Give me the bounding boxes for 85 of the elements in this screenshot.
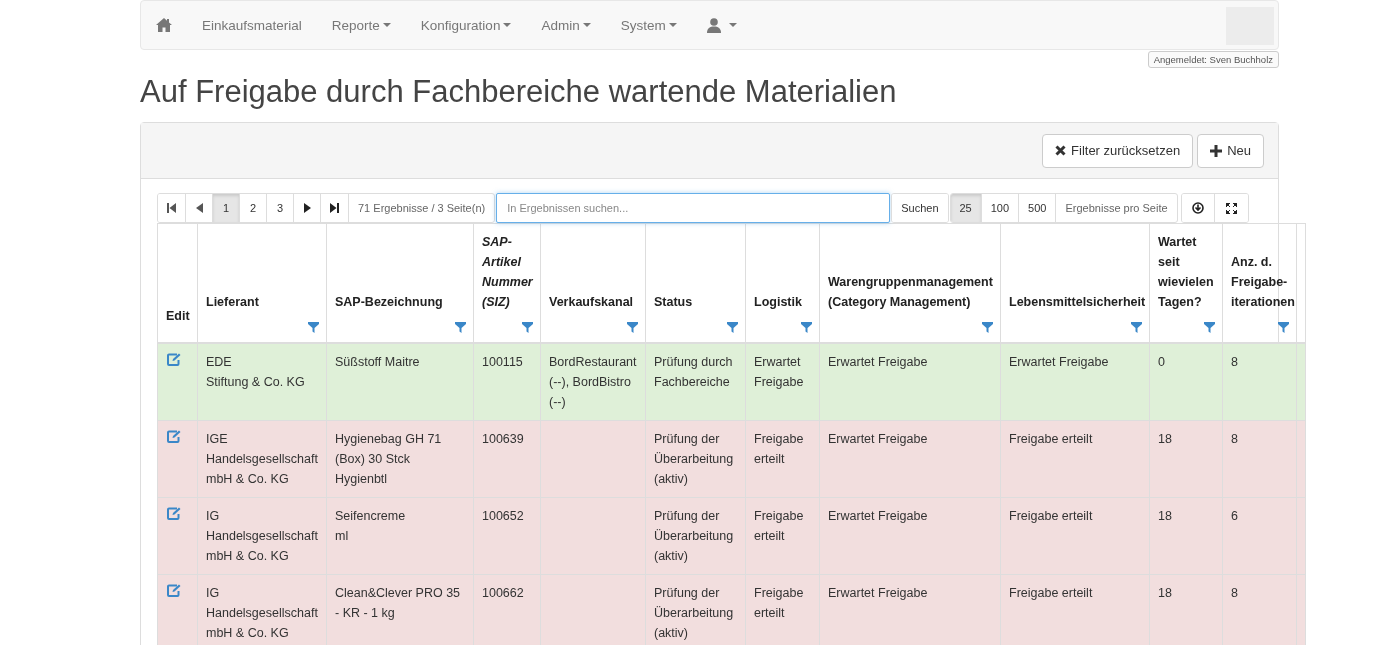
table-cell: EDE Stiftung & Co. KG: [197, 343, 327, 421]
last-page-icon: [330, 203, 339, 213]
table-cell: Hygienebag GH 71 (Box) 30 Stck Hygienbtl: [326, 420, 474, 498]
table-cell: Freigabe erteilt: [745, 497, 820, 575]
nav-menu-item[interactable]: Konfiguration: [405, 1, 527, 49]
filter-icon[interactable]: [801, 322, 812, 333]
previous-icon: [195, 203, 203, 213]
table-cell: IG Handelsgesellschaft mbH & Co. KG: [197, 574, 327, 645]
table-cell: 6: [1222, 497, 1297, 575]
first-page-button[interactable]: [158, 194, 186, 222]
table-cell: Erwartet Freigabe: [745, 343, 820, 421]
nav-menu-item[interactable]: Einkaufsmaterial: [187, 1, 317, 49]
edit-icon[interactable]: [167, 353, 181, 366]
filter-icon[interactable]: [982, 322, 993, 333]
table-cell: BordRestaurant (--), BordBistro (--): [540, 343, 646, 421]
table-cell: Freigabe erteilt: [745, 574, 820, 645]
logged-in-label: Angemeldet: Sven Buchholz: [1147, 51, 1279, 68]
table-cell: 8: [1222, 420, 1297, 498]
column-header: Edit: [157, 223, 198, 343]
next-icon: [303, 203, 311, 213]
first-page-icon: [167, 203, 176, 213]
caret-icon: [503, 23, 512, 27]
filter-icon[interactable]: [627, 322, 638, 333]
table-cell: Prüfung durch Fachbereiche: [645, 343, 746, 421]
filter-icon[interactable]: [1204, 322, 1215, 333]
filter-icon[interactable]: [1278, 322, 1289, 333]
download-icon: [1191, 202, 1204, 214]
table-cell: Seifencreme ml: [326, 497, 474, 575]
table-cell: 18: [1149, 497, 1223, 575]
nav-menu-item[interactable]: System: [605, 1, 692, 49]
table-cell: Prüfung der Überarbeitung (aktiv): [645, 420, 746, 498]
edit-icon[interactable]: [167, 507, 181, 520]
table-cell: Clean&Clever PRO 35 - KR - 1 kg: [326, 574, 474, 645]
table-cell: 0: [1149, 343, 1223, 421]
table-cell: Prüfung der Überarbeitung (aktiv): [645, 497, 746, 575]
new-button[interactable]: Neu: [1197, 133, 1264, 168]
table-cell: Freigabe erteilt: [745, 420, 820, 498]
table-cell: 8: [1222, 574, 1297, 645]
home-icon: [156, 18, 172, 32]
table-cell: Erwartet Freigabe: [819, 574, 1001, 645]
table-cell: Süßstoff Maitre: [326, 343, 474, 421]
caret-icon: [582, 23, 591, 27]
edit-icon[interactable]: [167, 430, 181, 443]
table-cell: IG Handelsgesellschaft mbH & Co. KG: [197, 497, 327, 575]
table-cell: Erwartet Freigabe: [1000, 343, 1150, 421]
table-cell: Freigabe erteilt: [1000, 420, 1150, 498]
table-cell: 8: [1222, 343, 1297, 421]
caret-icon: [728, 23, 737, 27]
page-size-label: Ergebnisse pro Seite: [1064, 201, 1169, 216]
page-button[interactable]: 1: [213, 194, 240, 222]
filter-icon[interactable]: [522, 322, 533, 333]
user-icon: [706, 17, 721, 33]
table-cell: IGE Handelsgesellschaft mbH & Co. KG: [197, 420, 327, 498]
table-cell: 18: [1149, 574, 1223, 645]
search-field[interactable]: In Ergebnissen suchen...: [496, 193, 891, 223]
search-button[interactable]: Suchen: [892, 194, 948, 222]
page-size-button[interactable]: 25: [950, 194, 982, 222]
filter-icon[interactable]: [727, 322, 738, 333]
table-cell: Prüfung der Überarbeitung (aktiv): [645, 574, 746, 645]
plus-icon: [1210, 144, 1223, 157]
reset-filter-button[interactable]: Filter zurücksetzen: [1042, 133, 1194, 168]
page-title: Auf Freigabe durch Fachbereiche wartende Materialien: [140, 74, 898, 110]
result-count: 71 Ergebnisse / 3 Seite(n): [357, 201, 487, 216]
table-cell: Freigabe erteilt: [1000, 574, 1150, 645]
table-cell: 18: [1149, 420, 1223, 498]
table-cell: 100115: [473, 343, 541, 421]
table-cell: Erwartet Freigabe: [819, 343, 1001, 421]
table-cell: 100639: [473, 420, 541, 498]
fullscreen-icon: [1225, 202, 1237, 214]
close-icon: [1055, 145, 1067, 156]
table-cell: [1296, 574, 1306, 645]
caret-icon: [382, 23, 391, 27]
filter-icon[interactable]: [308, 322, 319, 333]
table-cell: 100662: [473, 574, 541, 645]
caret-icon: [668, 23, 677, 27]
table-cell: 100652: [473, 497, 541, 575]
table-cell: Erwartet Freigabe: [819, 497, 1001, 575]
table-cell: Freigabe erteilt: [1000, 497, 1150, 575]
table-cell: Erwartet Freigabe: [819, 420, 1001, 498]
edit-icon[interactable]: [167, 584, 181, 597]
filter-icon[interactable]: [1131, 322, 1142, 333]
nav-menu-item[interactable]: Reporte: [316, 1, 406, 49]
download-button[interactable]: [1181, 194, 1215, 222]
nav-menu-item[interactable]: Admin: [526, 1, 606, 49]
filter-icon[interactable]: [455, 322, 466, 333]
